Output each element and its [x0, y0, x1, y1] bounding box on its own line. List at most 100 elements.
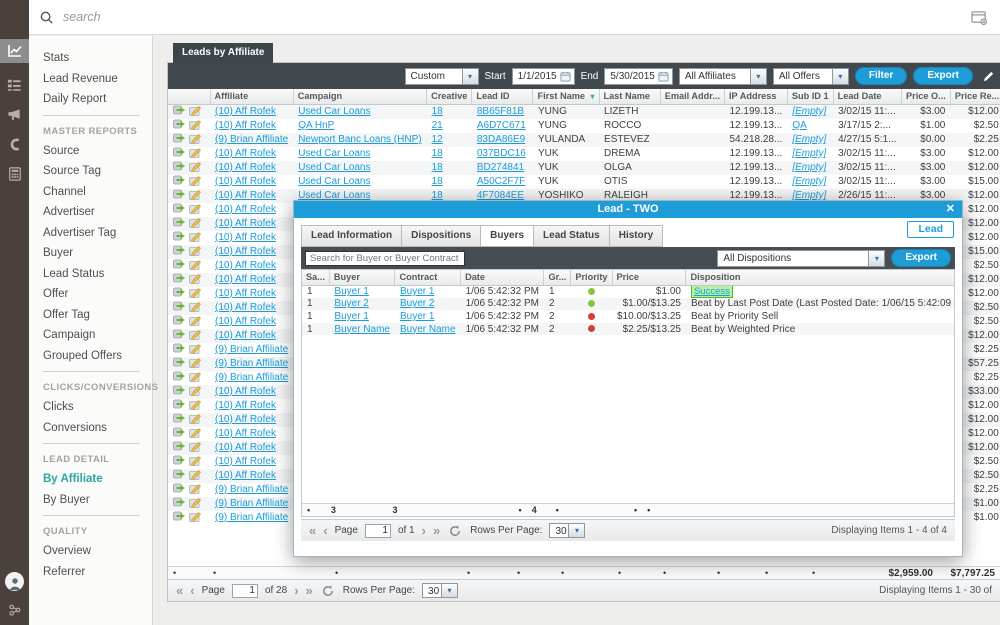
cell-link[interactable]: (10) Aff Rofek [215, 260, 276, 271]
cell-link[interactable]: (9) Brian Affiliate [215, 484, 288, 495]
lead-row[interactable]: (10) Aff RofekUsed Car Loans188B65F81BYU… [168, 104, 1000, 119]
modal-tab-buyers[interactable]: Buyers [481, 225, 534, 247]
edit-lead-icon[interactable] [189, 231, 202, 242]
page-number-input[interactable] [232, 584, 258, 598]
rows-per-page-select[interactable]: 30 ▾ [422, 583, 458, 598]
lead-detail-icon[interactable] [173, 497, 186, 508]
cell-link[interactable]: 8B65F81B [477, 106, 524, 117]
edit-lead-icon[interactable] [189, 119, 202, 130]
edit-lead-icon[interactable] [189, 133, 202, 144]
lead-detail-icon[interactable] [173, 427, 186, 438]
lead-row[interactable]: (9) Brian AffiliateNewport Banc Loans (H… [168, 133, 1000, 147]
cell-link[interactable]: (10) Aff Rofek [215, 386, 276, 397]
page-number-input[interactable] [365, 524, 391, 538]
column-header-last-name[interactable]: Last Name [599, 89, 660, 104]
cell-link[interactable]: Newport Banc Loans (HNP) [298, 134, 421, 145]
user-avatar[interactable] [5, 572, 24, 591]
next-page-icon[interactable]: › [294, 584, 298, 597]
buyer-link[interactable]: Buyer Name [334, 324, 390, 335]
contract-link[interactable]: Buyer 1 [400, 311, 434, 322]
buyer-search-input[interactable] [305, 251, 465, 266]
cell-link[interactable]: (10) Aff Rofek [215, 274, 276, 285]
cell-link[interactable]: (10) Aff Rofek [215, 162, 276, 173]
column-header-contract[interactable]: Contract [395, 270, 461, 285]
edit-lead-icon[interactable] [189, 245, 202, 256]
buyer-link[interactable]: Buyer 1 [334, 311, 368, 322]
prev-page-icon[interactable]: ‹ [190, 584, 194, 597]
cell-link[interactable]: (10) Aff Rofek [215, 330, 276, 341]
cell-link[interactable]: (10) Aff Rofek [215, 232, 276, 243]
modal-tab-dispositions[interactable]: Dispositions [402, 225, 481, 247]
cell-link[interactable]: A6D7C671 [477, 120, 526, 131]
megaphone-icon[interactable] [0, 99, 29, 129]
calculator-icon[interactable] [0, 159, 29, 189]
edit-lead-icon[interactable] [189, 189, 202, 200]
lead-detail-icon[interactable] [173, 105, 186, 116]
last-page-icon[interactable]: » [433, 524, 440, 537]
sidebar-item-overview[interactable]: Overview [43, 541, 152, 562]
next-page-icon[interactable]: › [422, 524, 426, 537]
cell-link[interactable]: Used Car Loans [298, 176, 370, 187]
cell-link[interactable]: [Empty] [792, 148, 826, 159]
cell-link[interactable]: 18 [432, 106, 443, 117]
last-page-icon[interactable]: » [306, 584, 313, 597]
lead-detail-icon[interactable] [173, 371, 186, 382]
lead-button[interactable]: Lead [907, 221, 954, 238]
edit-lead-icon[interactable] [189, 511, 202, 522]
edit-lead-icon[interactable] [189, 301, 202, 312]
sidebar-item-offer[interactable]: Offer [43, 284, 152, 305]
window-settings-icon[interactable] [971, 10, 988, 25]
first-page-icon[interactable]: « [309, 524, 316, 537]
lead-detail-icon[interactable] [173, 189, 186, 200]
column-header-email-addr[interactable]: Email Addr... [660, 89, 724, 104]
edit-lead-icon[interactable] [189, 357, 202, 368]
cell-link[interactable]: 18 [432, 148, 443, 159]
report-tab[interactable]: Leads by Affiliate [173, 43, 273, 63]
lead-detail-icon[interactable] [173, 441, 186, 452]
cell-link[interactable]: (10) Aff Rofek [215, 414, 276, 425]
sidebar-item-lead-status[interactable]: Lead Status [43, 264, 152, 285]
cell-link[interactable]: 037BDC16 [477, 148, 526, 159]
lead-detail-icon[interactable] [173, 343, 186, 354]
cell-link[interactable]: (10) Aff Rofek [215, 302, 276, 313]
edit-lead-icon[interactable] [189, 427, 202, 438]
sidebar-item-conversions[interactable]: Conversions [43, 418, 152, 439]
cell-link[interactable]: QA [792, 120, 806, 131]
edit-columns-icon[interactable] [983, 71, 994, 82]
cell-link[interactable]: 12 [432, 134, 443, 145]
column-header-priority[interactable]: Priority [571, 270, 612, 285]
cell-link[interactable]: (9) Brian Affiliate [215, 372, 288, 383]
buyer-row[interactable]: 1Buyer 1Buyer 11/06 5:42:32 PM1$1.00Succ… [302, 285, 955, 298]
cell-link[interactable]: Used Car Loans [298, 148, 370, 159]
cell-link[interactable]: (10) Aff Rofek [215, 316, 276, 327]
cell-link[interactable]: [Empty] [792, 134, 826, 145]
lead-detail-icon[interactable] [173, 161, 186, 172]
refresh-icon[interactable] [322, 585, 334, 597]
offers-select[interactable]: All Offers ▾ [773, 68, 849, 85]
cell-link[interactable]: [Empty] [792, 162, 826, 173]
disposition-success-link[interactable]: Success [691, 285, 733, 298]
lead-detail-icon[interactable] [173, 245, 186, 256]
lead-detail-icon[interactable] [173, 455, 186, 466]
cell-link[interactable]: (10) Aff Rofek [215, 204, 276, 215]
column-header-affiliate[interactable]: Affiliate [210, 89, 293, 104]
buyer-link[interactable]: Buyer 1 [334, 286, 368, 297]
column-header-buyer[interactable]: Buyer [329, 270, 395, 285]
sidebar-item-buyer[interactable]: Buyer [43, 243, 152, 264]
sidebar-item-source[interactable]: Source [43, 141, 152, 162]
cell-link[interactable]: (10) Aff Rofek [215, 428, 276, 439]
cell-link[interactable]: (10) Aff Rofek [215, 190, 276, 201]
sidebar-item-stats[interactable]: Stats [43, 48, 152, 69]
affiliates-select[interactable]: All Affiliates ▾ [679, 68, 767, 85]
lead-detail-icon[interactable] [173, 175, 186, 186]
edit-lead-icon[interactable] [189, 217, 202, 228]
column-header-price-o[interactable]: Price O... [901, 89, 950, 104]
list-icon[interactable] [0, 69, 29, 99]
cell-link[interactable]: (10) Aff Rofek [215, 470, 276, 481]
dispositions-select[interactable]: All Dispositions ▾ [717, 250, 885, 267]
lead-detail-icon[interactable] [173, 357, 186, 368]
contract-link[interactable]: Buyer 2 [400, 298, 434, 309]
sidebar-item-by-affiliate[interactable]: By Affiliate [43, 469, 152, 490]
edit-lead-icon[interactable] [189, 105, 202, 116]
sidebar-item-by-buyer[interactable]: By Buyer [43, 490, 152, 511]
